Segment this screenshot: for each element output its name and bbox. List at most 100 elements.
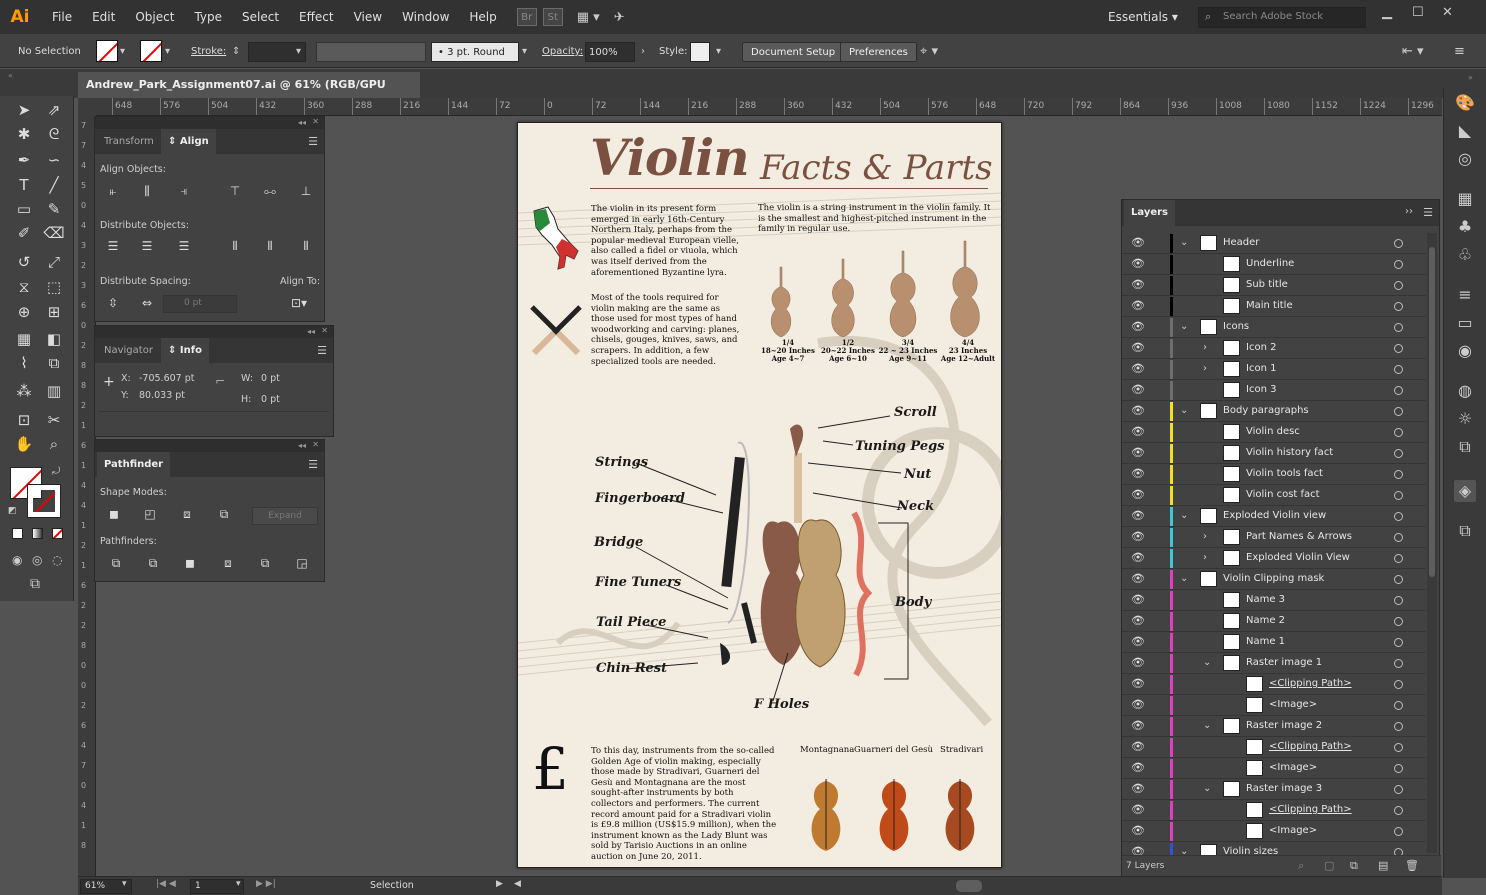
default-colors-icon[interactable]: ◩ bbox=[8, 506, 17, 516]
target-circle-icon[interactable] bbox=[1394, 260, 1403, 269]
none-mode-icon[interactable] bbox=[52, 528, 63, 539]
artboard[interactable]: Violin Facts & Parts The violin in its p… bbox=[517, 122, 1002, 868]
appearance-icon[interactable]: ◍ bbox=[1454, 380, 1476, 402]
minus-front-icon[interactable]: ◰ bbox=[141, 507, 159, 523]
type-tool-icon[interactable]: T bbox=[12, 174, 36, 196]
panel-menu-icon[interactable]: ≡ bbox=[1454, 42, 1465, 62]
layer-row[interactable]: 👁 Name 1 bbox=[1122, 632, 1426, 653]
outline-icon[interactable]: ⧉ bbox=[256, 556, 274, 572]
new-layer-icon[interactable]: ▤ bbox=[1378, 859, 1388, 872]
target-circle-icon[interactable] bbox=[1394, 848, 1403, 855]
layer-row[interactable]: 👁 Violin history fact bbox=[1122, 443, 1426, 464]
target-circle-icon[interactable] bbox=[1394, 365, 1403, 374]
visibility-eye-icon[interactable]: 👁 bbox=[1131, 821, 1145, 841]
asset-export-icon[interactable]: ⧉ bbox=[1454, 436, 1476, 458]
slice-tool-icon[interactable]: ✂ bbox=[42, 409, 66, 431]
column-graph-tool-icon[interactable]: ▥ bbox=[42, 380, 66, 402]
visibility-eye-icon[interactable]: 👁 bbox=[1131, 737, 1145, 757]
line-tool-icon[interactable]: ╱ bbox=[42, 174, 66, 196]
chevron-down-icon[interactable]: ⌄ bbox=[1180, 401, 1188, 421]
layer-row[interactable]: 👁 <Clipping Path> bbox=[1122, 800, 1426, 821]
visibility-eye-icon[interactable]: 👁 bbox=[1131, 464, 1145, 484]
layer-row[interactable]: 👁 › Exploded Violin View bbox=[1122, 548, 1426, 569]
shape-builder-tool-icon[interactable]: ⊕ bbox=[12, 301, 36, 323]
chevron-right-icon[interactable]: › bbox=[1203, 527, 1207, 547]
opacity-label[interactable]: Opacity: bbox=[542, 42, 583, 62]
panel-menu-icon[interactable]: ☰ bbox=[308, 458, 318, 471]
artboard-dropdown-icon[interactable]: ▾ bbox=[236, 879, 241, 889]
stroke-label[interactable]: Stroke: bbox=[191, 42, 226, 62]
arrange-documents-icon[interactable]: ▦ ▾ bbox=[577, 10, 600, 25]
layer-row[interactable]: 👁 › Part Names & Arrows bbox=[1122, 527, 1426, 548]
target-circle-icon[interactable] bbox=[1394, 596, 1403, 605]
color-guide-icon[interactable]: ◣ bbox=[1454, 120, 1476, 142]
visibility-eye-icon[interactable]: 👁 bbox=[1131, 800, 1145, 820]
expand-button[interactable]: Expand bbox=[252, 507, 318, 525]
style-dropdown-icon[interactable]: ▾ bbox=[716, 42, 721, 62]
visibility-eye-icon[interactable]: 👁 bbox=[1131, 338, 1145, 358]
layer-row[interactable]: 👁 Name 3 bbox=[1122, 590, 1426, 611]
target-circle-icon[interactable] bbox=[1394, 764, 1403, 773]
layer-row[interactable]: 👁 <Clipping Path> bbox=[1122, 674, 1426, 695]
visibility-eye-icon[interactable]: 👁 bbox=[1131, 254, 1145, 274]
menu-help[interactable]: Help bbox=[459, 0, 506, 34]
chevron-right-icon[interactable]: › bbox=[1203, 338, 1207, 358]
menu-file[interactable]: File bbox=[42, 0, 82, 34]
visibility-eye-icon[interactable]: 👁 bbox=[1131, 653, 1145, 673]
vertical-align-center-icon[interactable]: ⧟ bbox=[261, 184, 279, 200]
graphic-style-swatch[interactable] bbox=[690, 42, 710, 62]
swatches-icon[interactable]: ▦ bbox=[1454, 188, 1476, 210]
chevron-right-icon[interactable]: › bbox=[1203, 548, 1207, 568]
close-window-button[interactable]: ✕ bbox=[1442, 5, 1453, 20]
zoom-dropdown-icon[interactable]: ▾ bbox=[122, 879, 127, 889]
color-icon[interactable]: 🎨 bbox=[1454, 92, 1476, 114]
chevron-down-icon[interactable]: ⌄ bbox=[1203, 716, 1211, 736]
last-artboard-icon[interactable]: ▶ ▶| bbox=[256, 879, 276, 889]
opacity-arrow-icon[interactable]: › bbox=[641, 42, 645, 62]
trim-icon[interactable]: ⧉ bbox=[144, 556, 162, 572]
menu-edit[interactable]: Edit bbox=[82, 0, 125, 34]
menu-object[interactable]: Object bbox=[125, 0, 184, 34]
artboard-tool-icon[interactable]: ⊡ bbox=[12, 409, 36, 431]
horizontal-scroll-thumb[interactable] bbox=[956, 880, 982, 892]
fill-dropdown-icon[interactable]: ▾ bbox=[120, 42, 125, 62]
magic-wand-tool-icon[interactable]: ✱ bbox=[12, 123, 36, 145]
delete-layer-icon[interactable]: 🗑 bbox=[1405, 859, 1419, 872]
visibility-eye-icon[interactable]: 👁 bbox=[1131, 380, 1145, 400]
new-sublayer-icon[interactable]: ⧉ bbox=[1350, 859, 1358, 873]
vertical-align-top-icon[interactable]: ⊤ bbox=[226, 184, 244, 200]
visibility-eye-icon[interactable]: 👁 bbox=[1131, 401, 1145, 421]
layer-row[interactable]: 👁 ⌄ Header bbox=[1122, 233, 1426, 254]
gradient-mode-icon[interactable] bbox=[32, 528, 43, 539]
close-panel-icon[interactable]: ✕ bbox=[312, 440, 319, 449]
visibility-eye-icon[interactable]: 👁 bbox=[1131, 275, 1145, 295]
visibility-eye-icon[interactable]: 👁 bbox=[1131, 695, 1145, 715]
close-panel-icon[interactable]: ✕ bbox=[321, 326, 328, 335]
rectangle-tool-icon[interactable]: ▭ bbox=[12, 198, 36, 220]
workspace-switcher[interactable]: Essentials ▾ bbox=[1108, 10, 1178, 24]
align-to-selection-icon[interactable]: ⊡▾ bbox=[285, 296, 313, 312]
visibility-eye-icon[interactable]: 👁 bbox=[1131, 758, 1145, 778]
align-icon[interactable]: ⇤ ▾ bbox=[1402, 42, 1424, 62]
layer-row[interactable]: 👁 Name 2 bbox=[1122, 611, 1426, 632]
layer-row[interactable]: 👁 <Clipping Path> bbox=[1122, 737, 1426, 758]
fill-swatch[interactable] bbox=[96, 40, 118, 62]
layer-row[interactable]: 👁 ⌄ Violin sizes bbox=[1122, 842, 1426, 855]
horizontal-distribute-left-icon[interactable]: ⫴ bbox=[226, 239, 244, 255]
layer-row[interactable]: 👁 › Icon 2 bbox=[1122, 338, 1426, 359]
panel-menu-icon[interactable]: ☰ bbox=[1423, 206, 1433, 219]
panel-menu-icon[interactable]: ☰ bbox=[308, 135, 318, 148]
make-clipping-mask-icon[interactable]: ▢ bbox=[1324, 859, 1334, 872]
menu-window[interactable]: Window bbox=[392, 0, 459, 34]
visibility-eye-icon[interactable]: 👁 bbox=[1131, 296, 1145, 316]
collapse-panel-icon[interactable]: ◂◂ bbox=[298, 441, 306, 450]
target-circle-icon[interactable] bbox=[1394, 638, 1403, 647]
layer-row[interactable]: 👁 ⌄ Raster image 3 bbox=[1122, 779, 1426, 800]
draw-normal-icon[interactable]: ◉ bbox=[12, 553, 22, 567]
first-artboard-icon[interactable]: |◀ ◀ bbox=[156, 879, 176, 889]
free-transform-tool-icon[interactable]: ⬚ bbox=[42, 276, 66, 298]
visibility-eye-icon[interactable]: 👁 bbox=[1131, 548, 1145, 568]
target-circle-icon[interactable] bbox=[1394, 302, 1403, 311]
collapse-panel-icon[interactable]: ◂◂ bbox=[298, 118, 306, 127]
visibility-eye-icon[interactable]: 👁 bbox=[1131, 716, 1145, 736]
